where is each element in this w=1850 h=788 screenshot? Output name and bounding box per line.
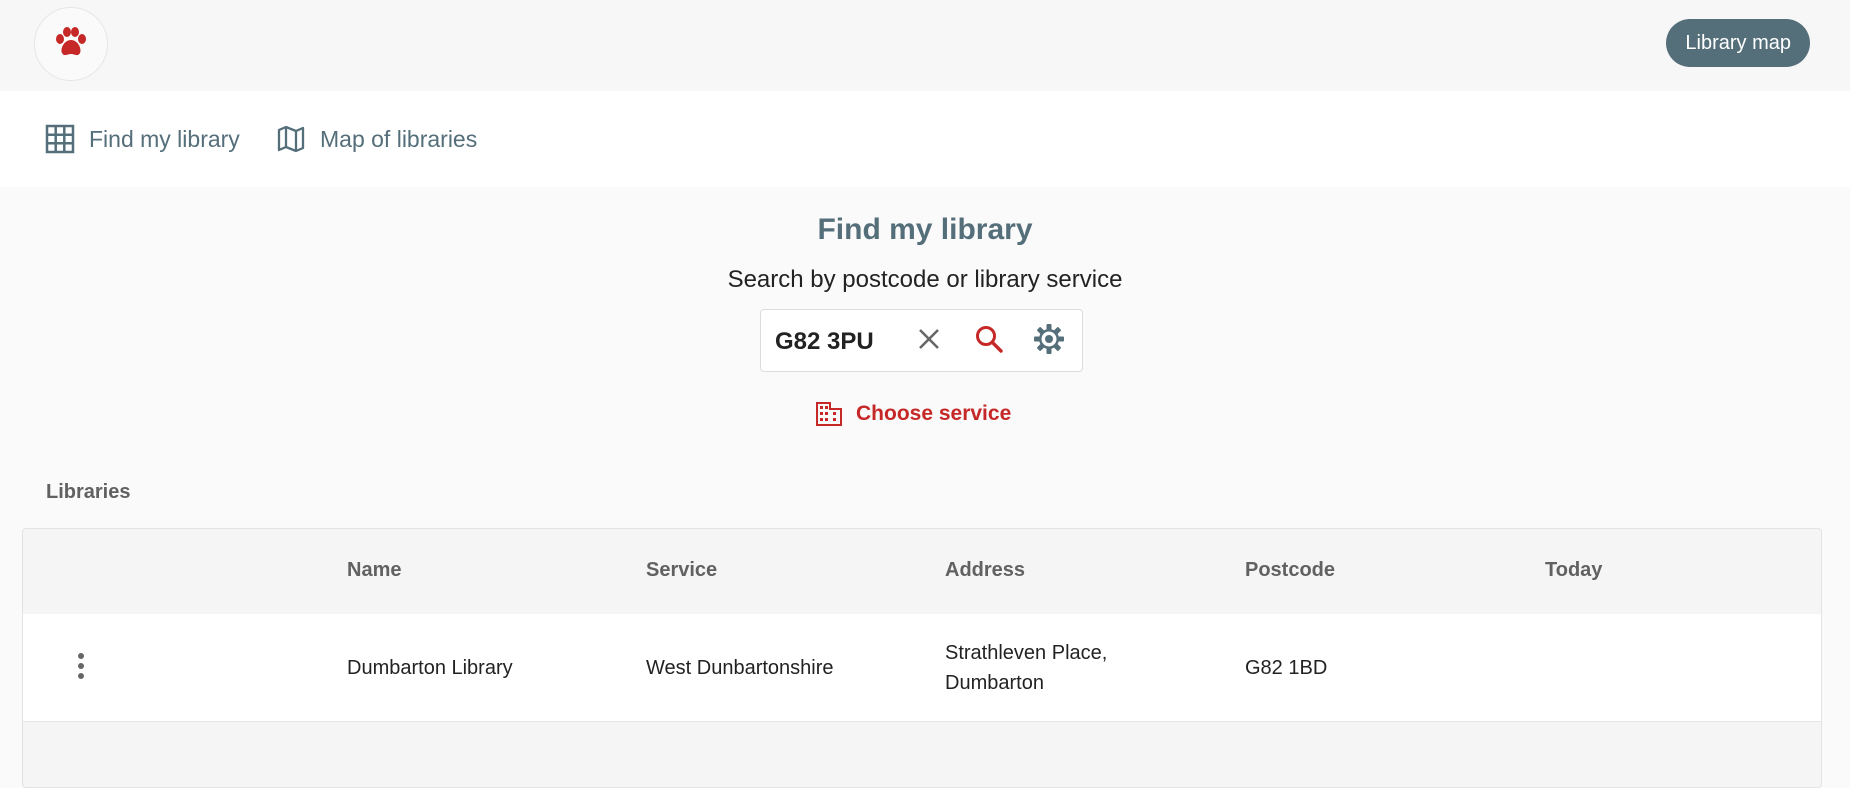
column-header-today[interactable]: Today [1545, 559, 1602, 582]
column-header-name[interactable]: Name [347, 559, 401, 582]
cell-address: Strathleven Place, Dumbarton [945, 638, 1107, 698]
building-icon [816, 402, 842, 426]
nav-map-of-libraries[interactable]: Map of libraries [276, 91, 477, 187]
choose-service-label: Choose service [856, 402, 1012, 425]
map-icon [276, 124, 306, 154]
page-subtitle: Search by postcode or library service [727, 266, 1123, 293]
clear-search-button[interactable] [911, 323, 947, 359]
libraries-section-label: Libraries [46, 481, 131, 503]
grid-icon [45, 124, 75, 154]
nav-bar: Find my library Map of libraries [0, 91, 1850, 187]
search-button[interactable] [971, 323, 1007, 359]
cell-postcode: G82 1BD [1245, 657, 1328, 679]
column-header-service[interactable]: Service [646, 559, 717, 582]
column-header-postcode[interactable]: Postcode [1245, 559, 1335, 582]
column-header-address[interactable]: Address [945, 559, 1025, 582]
nav-map-of-libraries-label: Map of libraries [320, 125, 478, 152]
cell-address-line1: Strathleven Place, [945, 642, 1108, 664]
postcode-search-input[interactable] [773, 322, 907, 362]
cell-name: Dumbarton Library [347, 657, 513, 679]
table-header: Name Service Address Postcode Today [23, 529, 1821, 614]
nav-find-my-library-label: Find my library [89, 125, 240, 152]
libraries-table: Name Service Address Postcode Today Dumb… [22, 528, 1822, 788]
page-title: Find my library [817, 213, 1033, 246]
logo[interactable] [34, 7, 108, 81]
cell-service: West Dunbartonshire [646, 657, 834, 679]
search-box [760, 309, 1083, 372]
paw-icon [54, 26, 88, 62]
search-icon [974, 324, 1004, 359]
gear-icon [1033, 323, 1065, 360]
close-icon [916, 326, 942, 357]
row-more-options-button[interactable] [67, 650, 95, 686]
more-vertical-icon [77, 652, 85, 684]
top-bar: Library map [0, 0, 1850, 91]
nav-find-my-library[interactable]: Find my library [45, 91, 240, 187]
library-map-button[interactable]: Library map [1666, 19, 1810, 67]
cell-address-line2: Dumbarton [945, 672, 1044, 694]
choose-service-button[interactable]: Choose service [816, 398, 1011, 430]
settings-button[interactable] [1031, 323, 1067, 359]
table-row[interactable]: Dumbarton Library West Dunbartonshire St… [23, 614, 1821, 722]
